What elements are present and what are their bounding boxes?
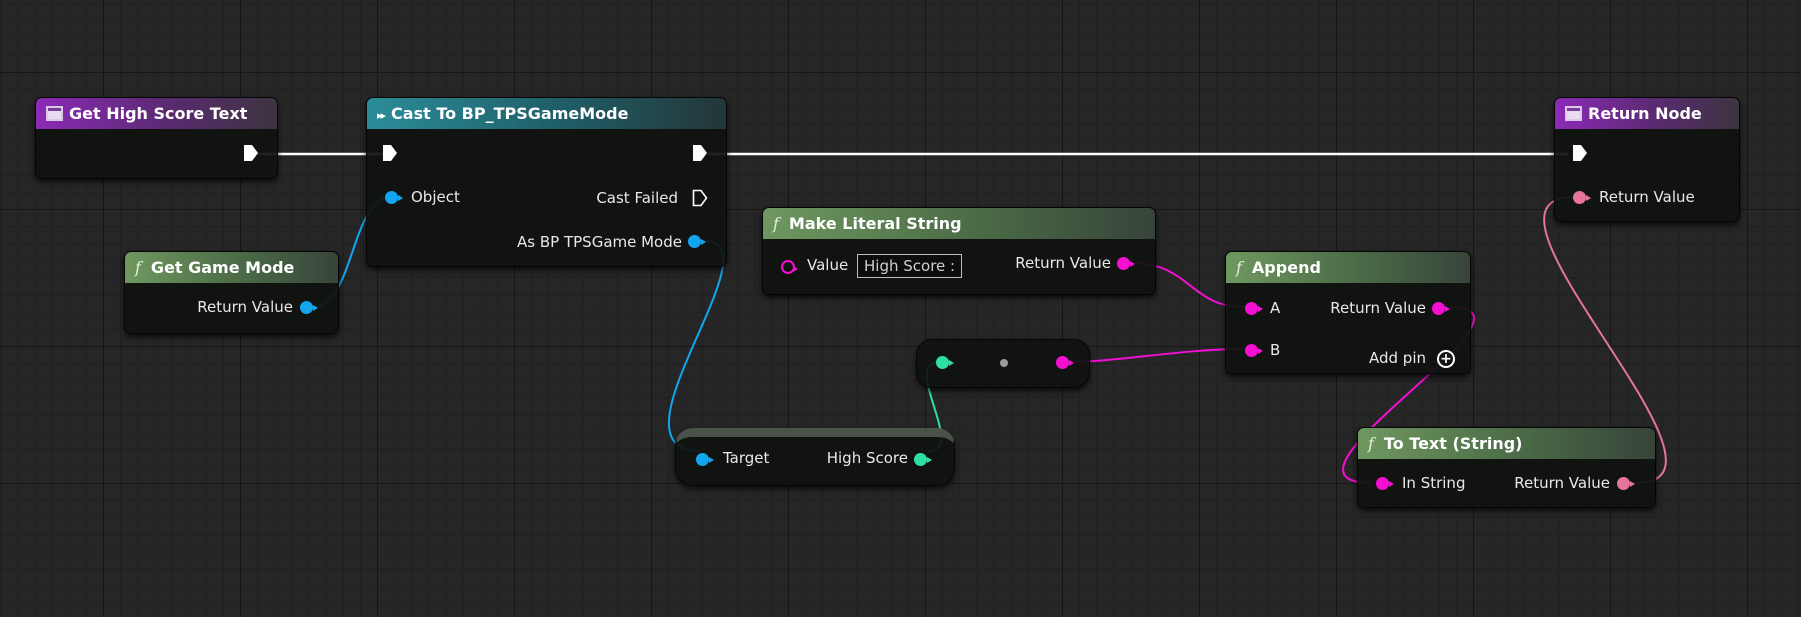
return-value-label: Return Value bbox=[197, 298, 293, 316]
node-get-high-score[interactable]: Target High Score bbox=[675, 428, 955, 486]
node-header: Return Node bbox=[1555, 98, 1739, 129]
node-append[interactable]: f Append A Return Value B Add pin + bbox=[1225, 251, 1471, 374]
a-label: A bbox=[1270, 299, 1281, 317]
cast-icon: ▸▸ bbox=[377, 109, 386, 122]
add-pin-label: Add pin bbox=[1368, 349, 1426, 367]
function-icon: f bbox=[1236, 258, 1242, 277]
object-label: Object bbox=[411, 188, 460, 206]
node-to-text-string[interactable]: f To Text (String) In String Return Value bbox=[1357, 427, 1656, 508]
cast-failed-pin[interactable] bbox=[692, 189, 708, 207]
node-title: Append bbox=[1251, 258, 1321, 277]
conversion-input-pin[interactable] bbox=[936, 356, 954, 369]
node-return-node[interactable]: Return Node Return Value bbox=[1554, 97, 1740, 222]
node-header: f Make Literal String bbox=[763, 208, 1155, 239]
exec-out-pin[interactable] bbox=[243, 144, 259, 162]
node-header: f Append bbox=[1226, 252, 1470, 283]
return-value-pin[interactable] bbox=[1573, 191, 1591, 204]
exec-in-pin[interactable] bbox=[1572, 144, 1588, 162]
high-score-label: High Score bbox=[826, 449, 908, 467]
in-string-pin[interactable] bbox=[1376, 477, 1394, 490]
value-input[interactable]: High Score : bbox=[857, 254, 963, 278]
a-pin[interactable] bbox=[1245, 302, 1263, 315]
node-header: f Get Game Mode bbox=[125, 252, 338, 283]
function-entry-icon bbox=[46, 106, 63, 121]
return-value-pin[interactable] bbox=[1617, 477, 1635, 490]
b-label: B bbox=[1270, 341, 1281, 359]
node-cast-to-bp-tpsgamemode[interactable]: ▸▸ Cast To BP_TPSGameMode Object Cast Fai… bbox=[366, 97, 727, 267]
node-header: Get High Score Text bbox=[36, 98, 277, 129]
conversion-output-pin[interactable] bbox=[1056, 356, 1074, 369]
node-title: To Text (String) bbox=[1383, 434, 1523, 453]
return-value-label: Return Value bbox=[1015, 254, 1111, 272]
conversion-dot-icon bbox=[1000, 359, 1008, 367]
node-title: Cast To BP_TPSGameMode bbox=[391, 104, 629, 123]
exec-out-pin[interactable] bbox=[692, 144, 708, 162]
wire-reroute-b bbox=[1065, 348, 1245, 363]
return-value-pin[interactable] bbox=[1117, 257, 1135, 270]
cast-failed-label: Cast Failed bbox=[596, 189, 678, 207]
wire-cast-target bbox=[667, 240, 725, 452]
as-game-mode-pin[interactable] bbox=[688, 235, 706, 248]
node-title: Get Game Mode bbox=[150, 258, 295, 277]
node-title: Return Node bbox=[1588, 104, 1702, 123]
function-return-icon bbox=[1565, 106, 1582, 121]
node-conversion-int-to-string[interactable] bbox=[916, 339, 1090, 388]
object-pin[interactable] bbox=[385, 191, 403, 204]
as-game-mode-label: As BP TPSGame Mode bbox=[517, 233, 682, 251]
node-header: f To Text (String) bbox=[1358, 428, 1655, 459]
return-value-label: Return Value bbox=[1599, 188, 1695, 206]
node-make-literal-string[interactable]: f Make Literal String Value High Score : … bbox=[762, 207, 1156, 295]
value-label: Value bbox=[807, 256, 849, 274]
add-pin-icon[interactable]: + bbox=[1437, 350, 1455, 368]
target-label: Target bbox=[723, 449, 770, 467]
return-value-pin[interactable] bbox=[1432, 302, 1450, 315]
exec-in-pin[interactable] bbox=[382, 144, 398, 162]
node-header: ▸▸ Cast To BP_TPSGameMode bbox=[367, 98, 726, 129]
high-score-pin[interactable] bbox=[914, 453, 932, 466]
return-value-label: Return Value bbox=[1330, 299, 1426, 317]
function-icon: f bbox=[135, 258, 141, 277]
target-pin[interactable] bbox=[696, 453, 714, 466]
in-string-label: In String bbox=[1402, 474, 1466, 492]
b-pin[interactable] bbox=[1245, 344, 1263, 357]
function-icon: f bbox=[773, 214, 779, 233]
node-title: Get High Score Text bbox=[69, 104, 248, 123]
function-icon: f bbox=[1368, 434, 1374, 453]
return-value-pin[interactable] bbox=[300, 301, 318, 314]
node-title: Make Literal String bbox=[788, 214, 962, 233]
node-get-high-score-text[interactable]: Get High Score Text bbox=[35, 97, 278, 179]
value-pin[interactable] bbox=[781, 260, 798, 274]
return-value-label: Return Value bbox=[1514, 474, 1610, 492]
node-get-game-mode[interactable]: f Get Game Mode Return Value bbox=[124, 251, 339, 334]
